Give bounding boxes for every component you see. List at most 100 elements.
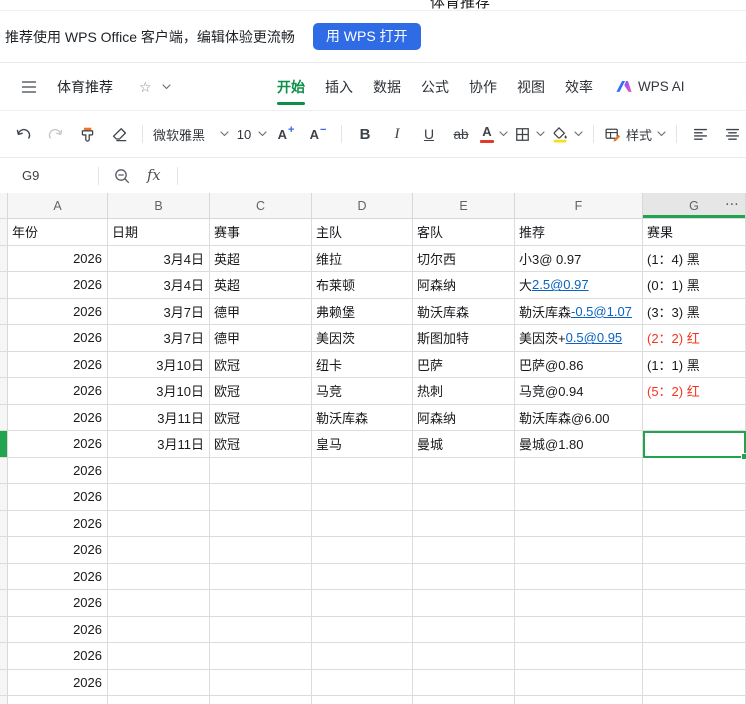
cell-league[interactable]: 德甲 [210,298,312,325]
cell-date[interactable] [108,643,210,670]
cell-recommendation[interactable]: 小3@ 0.97 [515,245,643,272]
bold-button[interactable]: B [352,120,378,148]
increase-font-button[interactable]: A + [273,120,299,148]
column-header-b[interactable]: B [108,193,210,219]
cell-result[interactable] [643,696,746,704]
cell-result[interactable] [643,669,746,696]
column-header-g[interactable]: G ⋯ [643,193,746,219]
cell-year[interactable]: 2026 [8,510,108,537]
cell-date[interactable]: 3月7日 [108,325,210,352]
cell-recommendation[interactable] [515,484,643,511]
cell-date[interactable]: 3月10日 [108,351,210,378]
cell-home-team[interactable]: 纽卡 [312,351,413,378]
cell-result[interactable] [643,616,746,643]
cell-year[interactable]: 2026 [8,537,108,564]
tab-home[interactable]: 开始 [277,63,305,110]
cell-result[interactable] [643,590,746,617]
row-header[interactable] [0,404,8,431]
row-header[interactable] [0,643,8,670]
cell-league[interactable] [210,590,312,617]
cell-league[interactable]: 欧冠 [210,351,312,378]
row-header[interactable] [0,616,8,643]
cell-recommendation[interactable]: 巴萨@0.86 [515,351,643,378]
cell-home-team[interactable] [312,563,413,590]
cell-home-team[interactable]: 勒沃库森 [312,404,413,431]
borders-chevron-icon[interactable] [536,131,545,137]
fx-function-icon[interactable]: fx [147,168,161,184]
column-header-f[interactable]: F [515,193,643,219]
row-header[interactable] [0,431,8,458]
cell-home-team[interactable]: 维拉 [312,245,413,272]
cell-label-f[interactable]: 推荐 [515,219,643,246]
cell-recommendation[interactable] [515,643,643,670]
cell-year[interactable]: 2026 [8,457,108,484]
cell-away-team[interactable] [413,484,515,511]
cell-result[interactable] [643,484,746,511]
cell-year[interactable]: 2026 [8,245,108,272]
format-painter-button[interactable] [74,120,100,148]
cell-recommendation[interactable] [515,616,643,643]
cell-recommendation[interactable]: 马竞@0.94 [515,378,643,405]
cell-home-team[interactable] [312,457,413,484]
cell-home-team[interactable] [312,616,413,643]
cell-away-team[interactable]: 热刺 [413,378,515,405]
row-header[interactable] [0,537,8,564]
cell-away-team[interactable]: 巴萨 [413,351,515,378]
row-header[interactable] [0,219,8,246]
cell-date[interactable] [108,484,210,511]
redo-button[interactable] [42,120,68,148]
cell-home-team[interactable] [312,669,413,696]
cell-result[interactable] [643,563,746,590]
cell-year[interactable]: 2026 [8,431,108,458]
cell-home-team[interactable]: 马竞 [312,378,413,405]
cell-league[interactable]: 欧冠 [210,404,312,431]
cell-home-team[interactable] [312,696,413,704]
cell-home-team[interactable]: 美因茨 [312,325,413,352]
hamburger-menu-icon[interactable] [16,73,42,101]
cell-result[interactable] [643,510,746,537]
cell-result[interactable]: (2：2) 红 [643,325,746,352]
cell-away-team[interactable] [413,590,515,617]
align-center-button[interactable] [719,120,745,148]
cell-label-e[interactable]: 客队 [413,219,515,246]
cell-league[interactable]: 欧冠 [210,378,312,405]
cell-label-g[interactable]: 赛果 [643,219,746,246]
cell-league[interactable]: 英超 [210,245,312,272]
undo-button[interactable] [10,120,36,148]
cell-label-a[interactable]: 年份 [8,219,108,246]
row-header[interactable] [0,351,8,378]
cell-date[interactable]: 3月4日 [108,272,210,299]
cell-date[interactable] [108,669,210,696]
cell-away-team[interactable] [413,457,515,484]
open-in-wps-button[interactable]: 用 WPS 打开 [312,22,421,51]
column-header-c[interactable]: C [210,193,312,219]
cell-recommendation[interactable]: 大 2.5@0.97 [515,272,643,299]
cell-away-team[interactable]: 斯图加特 [413,325,515,352]
cell-year[interactable]: 2026 [8,590,108,617]
formula-input[interactable] [178,158,746,193]
font-color-button[interactable]: A [480,120,508,148]
cell-result[interactable]: (5：2) 红 [643,378,746,405]
cell-league[interactable]: 欧冠 [210,431,312,458]
cell-away-team[interactable] [413,616,515,643]
cell-recommendation[interactable] [515,563,643,590]
fill-color-button[interactable] [551,120,583,148]
cell-year[interactable]: 2026 [8,563,108,590]
cell-away-team[interactable] [413,537,515,564]
cell-label-b[interactable]: 日期 [108,219,210,246]
cell-league[interactable] [210,643,312,670]
cell-league[interactable] [210,616,312,643]
cell-date[interactable]: 3月4日 [108,245,210,272]
cell-league[interactable]: 德甲 [210,325,312,352]
cell-result[interactable] [643,643,746,670]
recommendation-link[interactable]: -0.5@1.07 [571,304,632,319]
cell-date[interactable] [108,563,210,590]
cell-reference-box[interactable]: G9 [0,168,98,183]
magnifier-minus-icon[interactable] [113,167,131,185]
cell-year[interactable]: 2026 [8,669,108,696]
recommendation-link[interactable]: 2.5@0.97 [532,277,589,292]
title-chevron-down-icon[interactable] [161,83,171,90]
cell-league[interactable] [210,457,312,484]
column-header-a[interactable]: A [8,193,108,219]
row-header[interactable] [0,245,8,272]
